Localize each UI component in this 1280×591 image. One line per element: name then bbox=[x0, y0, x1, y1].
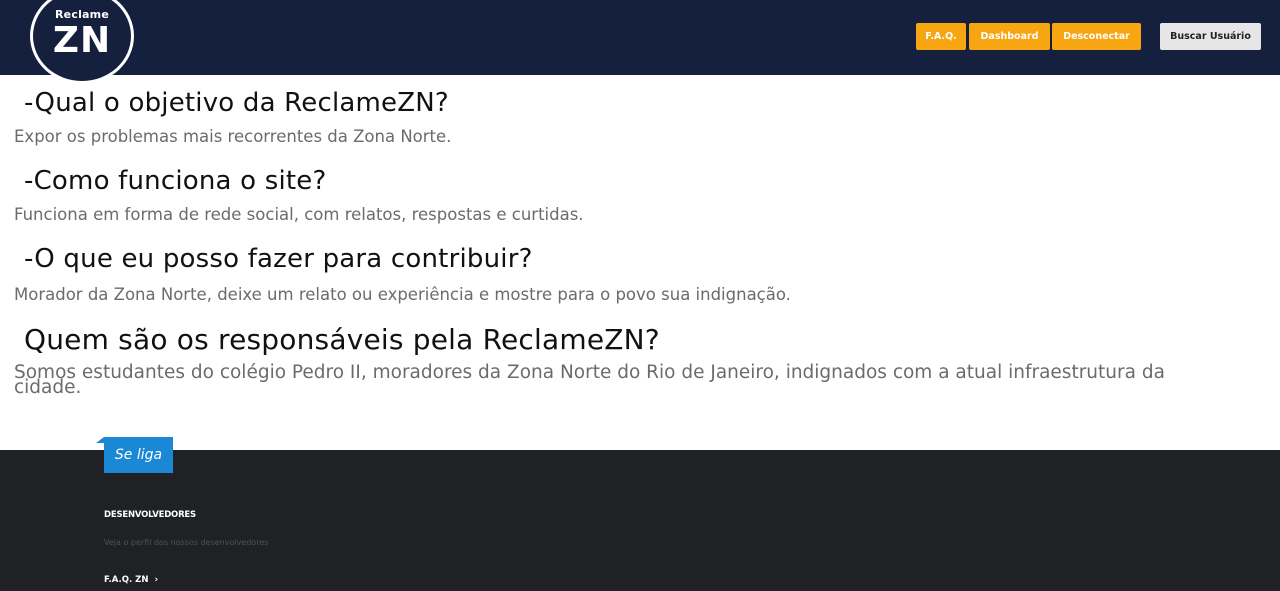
faq-question-3: -O que eu posso fazer para contribuir? bbox=[24, 244, 533, 274]
faq-answer-2: Funciona em forma de rede social, com re… bbox=[14, 205, 584, 224]
search-user-button[interactable]: Buscar Usuário bbox=[1160, 23, 1261, 50]
chevron-right-icon: › bbox=[154, 575, 159, 585]
disconnect-button[interactable]: Desconectar bbox=[1052, 23, 1141, 50]
faq-question-2: -Como funciona o site? bbox=[24, 166, 327, 196]
faq-answer-1: Expor os problemas mais recorrentes da Z… bbox=[14, 127, 452, 146]
reclamezn-logo[interactable]: Reclame ZN bbox=[30, 0, 134, 84]
footer: Se liga DESENVOLVEDORES Veja o perfil do… bbox=[0, 437, 1280, 591]
faq-zn-link-label: F.A.Q. ZN bbox=[104, 575, 149, 585]
faq-question-1: -Qual o objetivo da ReclameZN? bbox=[24, 88, 449, 118]
developers-title[interactable]: DESENVOLVEDORES bbox=[104, 510, 196, 520]
faq-answer-4: Somos estudantes do colégio Pedro II, mo… bbox=[14, 362, 1165, 398]
se-liga-tag: Se liga bbox=[96, 437, 173, 473]
dashboard-button[interactable]: Dashboard bbox=[969, 23, 1050, 50]
faq-zn-link[interactable]: F.A.Q. ZN › bbox=[104, 575, 158, 585]
faq-question-4: Quem são os responsáveis pela ReclameZN? bbox=[24, 323, 660, 356]
top-navbar: Reclame ZN F.A.Q. Dashboard Desconectar … bbox=[0, 0, 1280, 84]
faq-button[interactable]: F.A.Q. bbox=[916, 23, 966, 50]
logo-line-2: ZN bbox=[52, 20, 112, 61]
developers-subtitle[interactable]: Veja o perfil dos nossos desenvolvedores bbox=[104, 538, 268, 547]
faq-answer-3: Morador da Zona Norte, deixe um relato o… bbox=[14, 285, 791, 304]
